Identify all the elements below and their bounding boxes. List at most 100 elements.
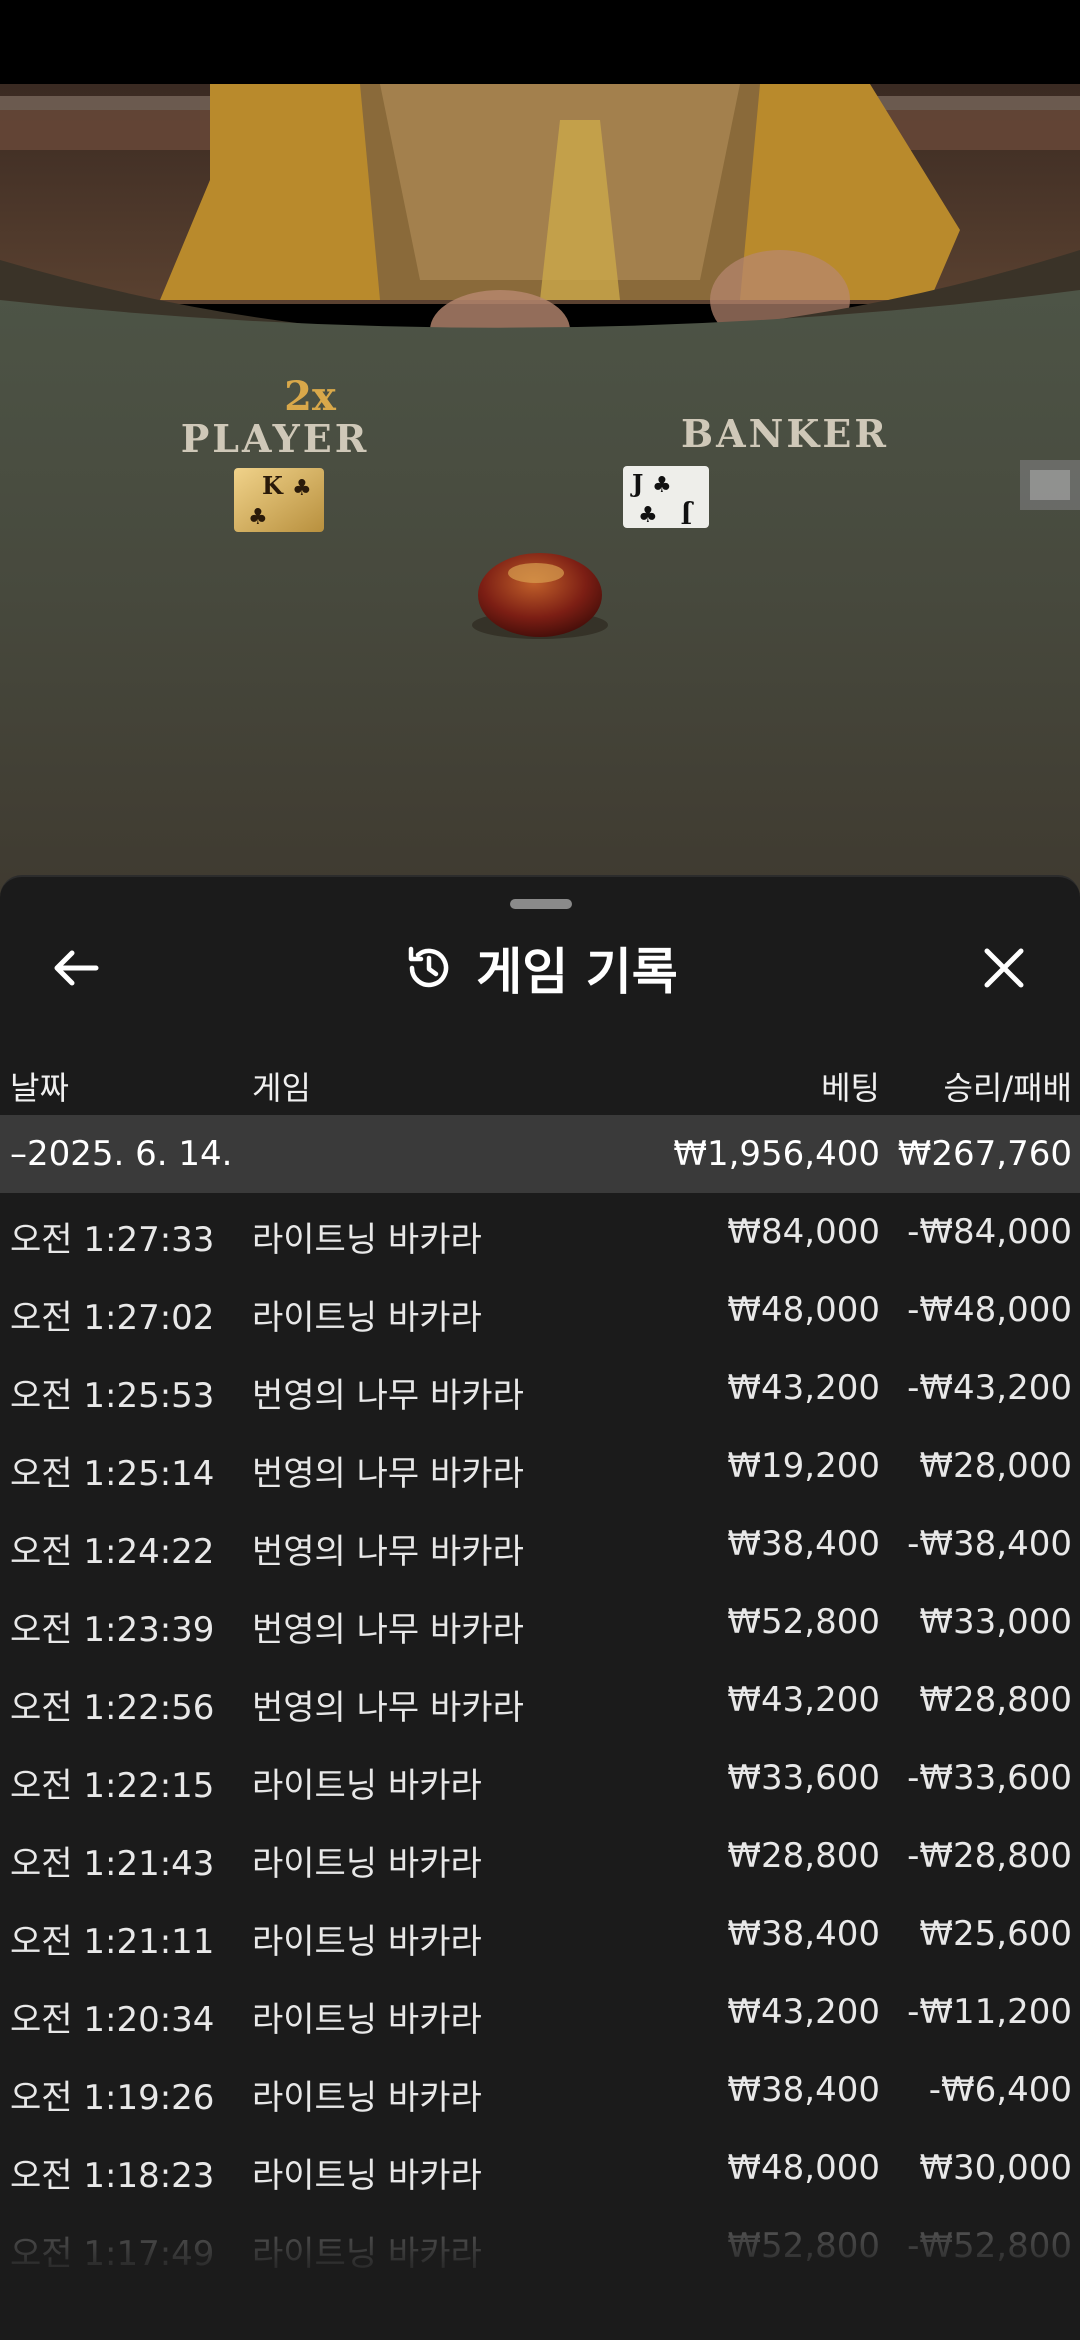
row-game-name: 라이트닝 바카라 (252, 2234, 482, 2274)
row-bet-amount: ₩48,000 (727, 2148, 880, 2188)
row-game-name: 라이트닝 바카라 (252, 2156, 482, 2196)
svg-text:♣: ♣ (652, 473, 672, 498)
row-time: 오전 1:21:43 (10, 1844, 215, 1884)
row-bet-amount: ₩43,200 (727, 1992, 880, 2032)
row-time: 오전 1:27:33 (10, 1220, 215, 1260)
row-win-loss-amount: -₩52,800 (907, 2226, 1072, 2266)
table-row[interactable]: 오전 1:21:11 라이트닝 바카라 ₩38,400 ₩25,600 (0, 1895, 1080, 1973)
row-time: 오전 1:25:14 (10, 1454, 215, 1494)
column-header-date: 날짜 (10, 1069, 69, 1107)
row-bet-amount: ₩33,600 (727, 1758, 880, 1798)
row-game-name: 번영의 나무 바카라 (252, 1454, 524, 1494)
row-game-name: 라이트닝 바카라 (252, 1220, 482, 1260)
game-history-sheet: 게임 기록 날짜 게임 베팅 승리/패배 –2025. 6. 14. ₩1,95… (0, 875, 1080, 2340)
column-header-win-loss: 승리/패배 (943, 1069, 1072, 1107)
row-bet-amount: ₩38,400 (727, 1524, 880, 1564)
table-row[interactable]: 오전 1:27:33 라이트닝 바카라 ₩84,000 -₩84,000 (0, 1193, 1080, 1271)
baccarat-table-scene: 2x PLAYER BANKER K ♣ ♣ J ♣ ♣ J (0, 0, 1080, 900)
back-button[interactable] (40, 932, 112, 1004)
row-time: 오전 1:24:22 (10, 1532, 215, 1572)
row-game-name: 번영의 나무 바카라 (252, 1688, 524, 1728)
table-row[interactable]: 오전 1:27:02 라이트닝 바카라 ₩48,000 -₩48,000 (0, 1271, 1080, 1349)
banker-label: BANKER (681, 411, 889, 456)
row-time: 오전 1:22:15 (10, 1766, 215, 1806)
row-win-loss-amount: -₩38,400 (907, 1524, 1072, 1564)
row-time: 오전 1:20:34 (10, 2000, 215, 2040)
row-game-name: 라이트닝 바카라 (252, 2000, 482, 2040)
row-win-loss-amount: -₩43,200 (907, 1368, 1072, 1408)
row-win-loss-amount: -₩11,200 (907, 1992, 1072, 2032)
table-row[interactable]: 오전 1:24:22 번영의 나무 바카라 ₩38,400 -₩38,400 (0, 1505, 1080, 1583)
arrow-left-icon (54, 950, 99, 986)
row-game-name: 번영의 나무 바카라 (252, 1376, 524, 1416)
svg-text:♣: ♣ (292, 476, 312, 501)
row-bet-amount: ₩19,200 (727, 1446, 880, 1486)
row-game-name: 라이트닝 바카라 (252, 1844, 482, 1884)
row-bet-amount: ₩38,400 (727, 2070, 880, 2110)
table-row[interactable]: 오전 1:17:49 라이트닝 바카라 ₩52,800 -₩52,800 (0, 2207, 1080, 2285)
sheet-header: 게임 기록 (0, 932, 1080, 1004)
row-time: 오전 1:19:26 (10, 2078, 215, 2118)
row-bet-amount: ₩84,000 (727, 1212, 880, 1252)
svg-text:♣: ♣ (248, 505, 268, 530)
player-card: K ♣ ♣ (234, 468, 324, 532)
row-win-loss-amount: -₩48,000 (907, 1290, 1072, 1330)
history-clock-icon (409, 946, 449, 988)
row-time: 오전 1:25:53 (10, 1376, 215, 1416)
column-header-game: 게임 (252, 1069, 311, 1107)
page-title: 게임 기록 (476, 943, 678, 1001)
player-multiplier-label: 2x (284, 373, 337, 420)
svg-text:J: J (681, 500, 694, 529)
row-time: 오전 1:23:39 (10, 1610, 215, 1650)
row-win-loss-amount: ₩28,000 (919, 1446, 1072, 1486)
row-game-name: 라이트닝 바카라 (252, 1766, 482, 1806)
row-time: 오전 1:18:23 (10, 2156, 215, 2196)
row-win-loss-amount: -₩33,600 (907, 1758, 1072, 1798)
row-time: 오전 1:17:49 (10, 2234, 215, 2274)
close-button[interactable] (968, 932, 1040, 1004)
summary-win-loss-total: ₩267,760 (897, 1134, 1072, 1174)
date-summary-row[interactable]: –2025. 6. 14. ₩1,956,400 ₩267,760 (0, 1115, 1080, 1193)
table-row[interactable]: 오전 1:25:14 번영의 나무 바카라 ₩19,200 ₩28,000 (0, 1427, 1080, 1505)
sheet-drag-handle[interactable] (510, 899, 572, 909)
row-game-name: 번영의 나무 바카라 (252, 1610, 524, 1650)
svg-text:♣: ♣ (638, 503, 658, 528)
table-row[interactable]: 오전 1:25:53 번영의 나무 바카라 ₩43,200 -₩43,200 (0, 1349, 1080, 1427)
row-win-loss-amount: -₩84,000 (907, 1212, 1072, 1252)
banker-card: J ♣ ♣ J (623, 466, 709, 529)
row-time: 오전 1:22:56 (10, 1688, 215, 1728)
table-row[interactable]: 오전 1:18:23 라이트닝 바카라 ₩48,000 ₩30,000 (0, 2129, 1080, 2207)
svg-text:J: J (630, 469, 643, 498)
svg-text:K: K (262, 471, 284, 500)
row-win-loss-amount: -₩28,800 (907, 1836, 1072, 1876)
row-game-name: 라이트닝 바카라 (252, 1922, 482, 1962)
row-game-name: 라이트닝 바카라 (252, 2078, 482, 2118)
row-bet-amount: ₩48,000 (727, 1290, 880, 1330)
column-header-bet: 베팅 (821, 1069, 880, 1107)
table-row[interactable]: 오전 1:20:34 라이트닝 바카라 ₩43,200 -₩11,200 (0, 1973, 1080, 2051)
table-row[interactable]: 오전 1:23:39 번영의 나무 바카라 ₩52,800 ₩33,000 (0, 1583, 1080, 1661)
row-bet-amount: ₩52,800 (727, 2226, 880, 2266)
table-row[interactable]: 오전 1:22:15 라이트닝 바카라 ₩33,600 -₩33,600 (0, 1739, 1080, 1817)
summary-bet-total: ₩1,956,400 (673, 1134, 880, 1174)
row-time: 오전 1:27:02 (10, 1298, 215, 1338)
row-bet-amount: ₩38,400 (727, 1914, 880, 1954)
table-row[interactable]: 오전 1:22:56 번영의 나무 바카라 ₩43,200 ₩28,800 (0, 1661, 1080, 1739)
row-bet-amount: ₩43,200 (727, 1680, 880, 1720)
summary-date: –2025. 6. 14. (10, 1134, 233, 1174)
history-list: 오전 1:27:33 라이트닝 바카라 ₩84,000 -₩84,000 오전 1:27… (0, 1193, 1080, 2285)
row-time: 오전 1:21:11 (10, 1922, 215, 1962)
row-win-loss-amount: ₩30,000 (919, 2148, 1072, 2188)
live-video-feed: 2x PLAYER BANKER K ♣ ♣ J ♣ ♣ J (0, 0, 1080, 900)
row-game-name: 라이트닝 바카라 (252, 1298, 482, 1338)
row-bet-amount: ₩43,200 (727, 1368, 880, 1408)
row-game-name: 번영의 나무 바카라 (252, 1532, 524, 1572)
table-row[interactable]: 오전 1:19:26 라이트닝 바카라 ₩38,400 -₩6,400 (0, 2051, 1080, 2129)
row-win-loss-amount: -₩6,400 (928, 2070, 1072, 2110)
table-row[interactable]: 오전 1:21:43 라이트닝 바카라 ₩28,800 -₩28,800 (0, 1817, 1080, 1895)
close-icon (984, 948, 1024, 988)
player-label: PLAYER (181, 416, 370, 461)
row-bet-amount: ₩28,800 (727, 1836, 880, 1876)
row-win-loss-amount: ₩33,000 (919, 1602, 1072, 1642)
row-bet-amount: ₩52,800 (727, 1602, 880, 1642)
